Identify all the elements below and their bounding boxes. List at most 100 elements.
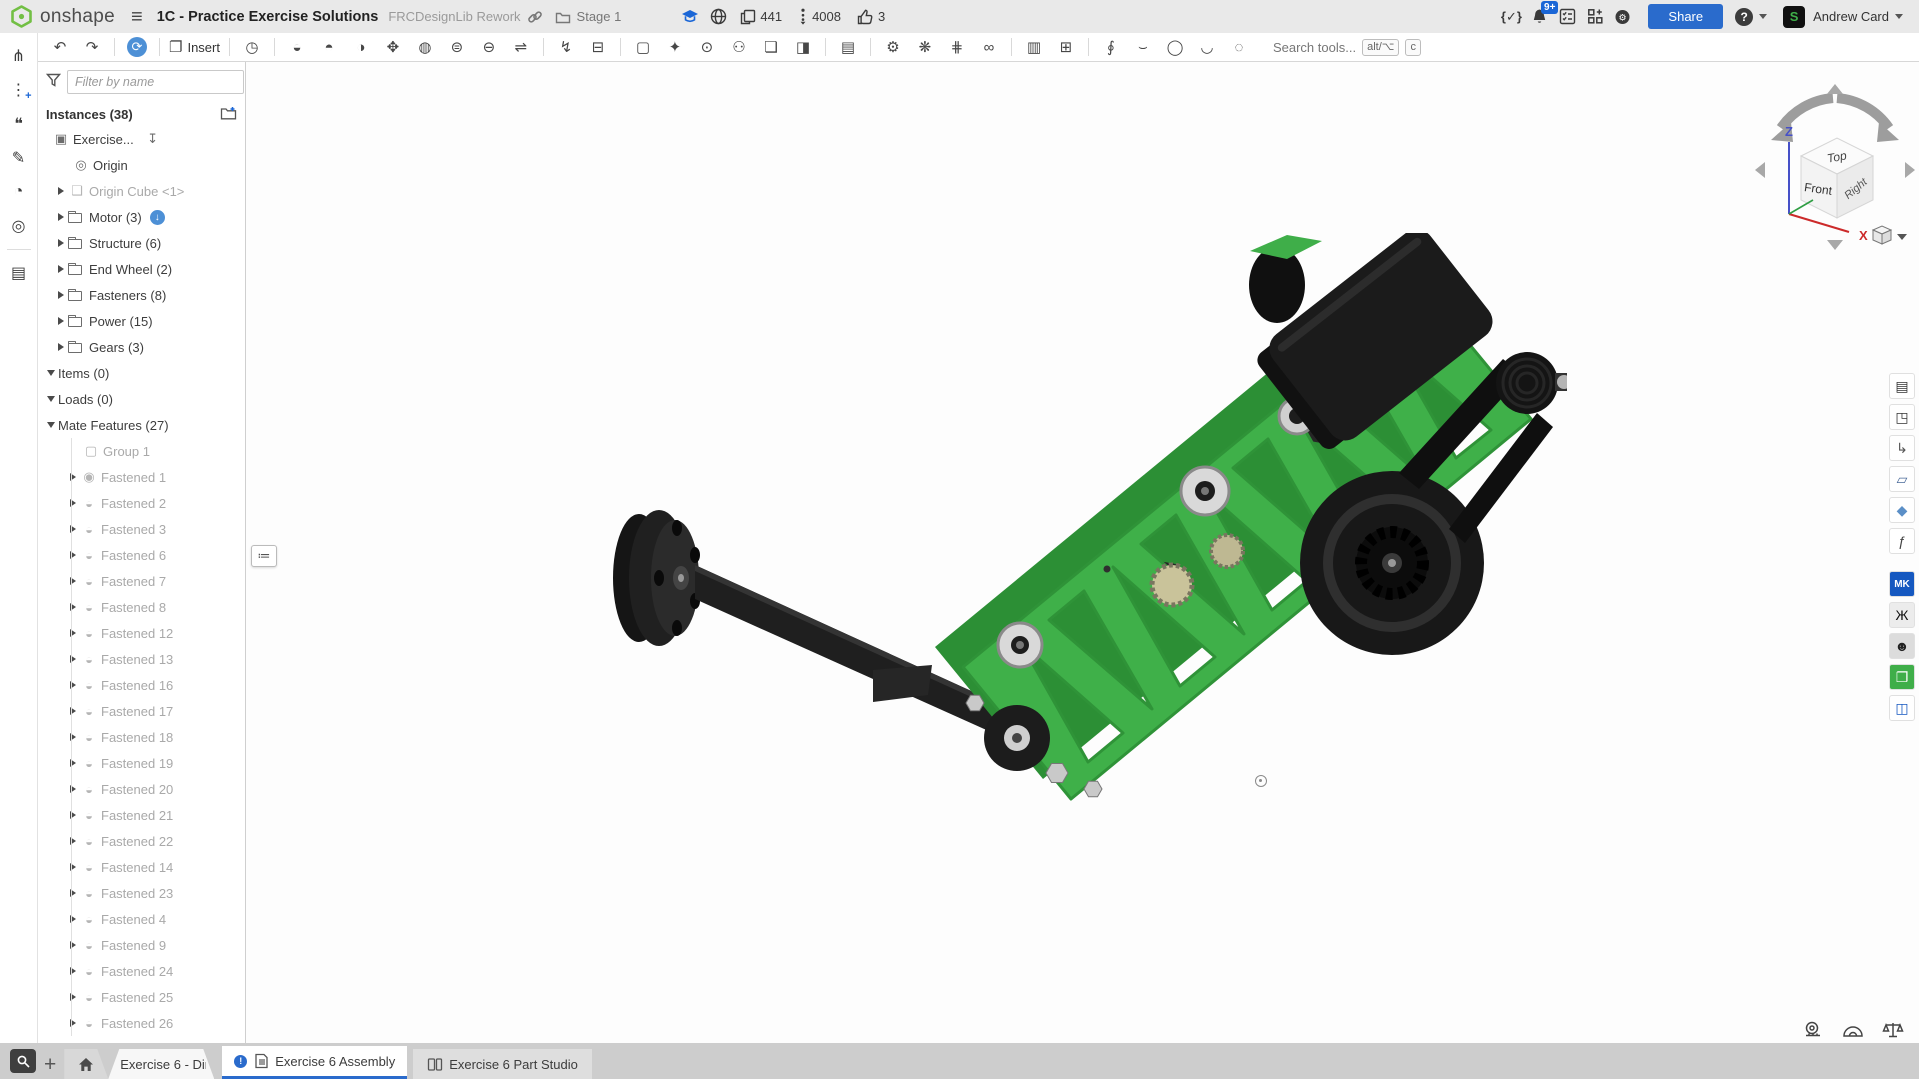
tree-row-fastened-8[interactable]: ◒Fastened 8 — [38, 594, 245, 620]
comments-icon[interactable]: ❝ — [4, 109, 34, 139]
featurescript-flyout-icon[interactable]: ↳ — [1889, 435, 1915, 461]
expand-chevron-icon[interactable] — [66, 629, 80, 637]
expand-chevron-icon[interactable] — [66, 603, 80, 611]
expand-chevron-icon[interactable] — [66, 837, 80, 845]
user-avatar[interactable]: S — [1783, 6, 1805, 28]
education-icon[interactable] — [679, 6, 701, 28]
fastened-mate-icon[interactable]: ◒ — [284, 35, 310, 59]
user-menu-caret-icon[interactable] — [1895, 14, 1903, 19]
parallel-mate-icon[interactable]: ⇌ — [508, 35, 534, 59]
tab-exercise6-part-studio[interactable]: Exercise 6 Part Studio — [413, 1049, 592, 1079]
expand-chevron-icon[interactable] — [66, 473, 80, 481]
configurations-flyout-icon[interactable]: ◳ — [1889, 404, 1915, 430]
drawing-icon[interactable]: ⊞ — [1053, 35, 1079, 59]
tree-row-items-0[interactable]: Items (0) — [38, 360, 245, 386]
collaborators-icon[interactable]: ⚇ — [726, 35, 752, 59]
spline-tool-icon[interactable]: ∮ — [1098, 35, 1124, 59]
tree-row-fastened-1[interactable]: ◉Fastened 1 — [38, 464, 245, 490]
tree-row-fastened-13[interactable]: ◒Fastened 13 — [38, 646, 245, 672]
search-tools-label[interactable]: Search tools... — [1273, 40, 1356, 55]
bom-table-icon[interactable]: ▤ — [4, 258, 34, 288]
collapse-chevron-icon[interactable] — [44, 396, 58, 402]
app-robot-icon[interactable]: ☻ — [1889, 633, 1915, 659]
expand-chevron-icon[interactable] — [54, 343, 68, 351]
main-menu-icon[interactable]: ≡ — [131, 7, 143, 27]
expand-chevron-icon[interactable] — [66, 941, 80, 949]
3d-viewport[interactable]: ≔ — [246, 62, 1919, 1043]
tasks-checklist-icon[interactable] — [1554, 5, 1580, 29]
tree-row-fastened-3[interactable]: ◒Fastened 3 — [38, 516, 245, 542]
tree-row-fastened-26[interactable]: ◒Fastened 26 — [38, 1010, 245, 1036]
view-options-cube-icon[interactable] — [1873, 226, 1907, 244]
expand-chevron-icon[interactable] — [66, 499, 80, 507]
bom-flyout-icon[interactable]: ▤ — [1889, 373, 1915, 399]
open-loop-tool-icon[interactable]: ◡ — [1194, 35, 1220, 59]
insert-mate-connector-icon[interactable]: ⋮+ — [4, 75, 34, 105]
mass-properties-icon[interactable] — [1881, 1019, 1905, 1041]
ellipse-tool-icon[interactable]: ◯ — [1162, 35, 1188, 59]
view-orientation-icon[interactable]: ⟳ — [127, 37, 147, 57]
expand-chevron-icon[interactable] — [66, 525, 80, 533]
tree-row-fastened-19[interactable]: ◒Fastened 19 — [38, 750, 245, 776]
learning-center-icon[interactable]: ⚙ — [1610, 5, 1636, 29]
gear-relation-icon[interactable]: ⚙ — [880, 35, 906, 59]
link-icon[interactable] — [524, 6, 546, 28]
tree-row-origin[interactable]: ◎Origin — [38, 152, 245, 178]
tab-exercise6-dimensions[interactable]: Exercise 6 - Din — [108, 1049, 214, 1079]
tree-row-power-15[interactable]: Power (15) — [38, 308, 245, 334]
likes-stat[interactable]: 3 — [857, 9, 885, 25]
expand-chevron-icon[interactable] — [66, 577, 80, 585]
tree-row-fastened-24[interactable]: ◒Fastened 24 — [38, 958, 245, 984]
tab-search-button[interactable] — [10, 1049, 36, 1073]
help-caret-icon[interactable] — [1759, 14, 1767, 19]
tree-row-structure-6[interactable]: Structure (6) — [38, 230, 245, 256]
folder-structure-icon[interactable]: ▤ — [835, 35, 861, 59]
tree-row-fastened-25[interactable]: ◒Fastened 25 — [38, 984, 245, 1010]
slider-mate-icon[interactable]: ◑ — [348, 35, 374, 59]
filter-input[interactable] — [67, 70, 244, 94]
tab-exercise6-assembly[interactable]: ! Exercise 6 Assembly — [222, 1046, 407, 1079]
search-tools-group[interactable]: Search tools... alt/⌥ c — [1273, 39, 1421, 56]
arc-tool-icon[interactable]: ⌣ — [1130, 35, 1156, 59]
app-blue-book-icon[interactable]: ◫ — [1889, 695, 1915, 721]
expand-chevron-icon[interactable] — [66, 967, 80, 975]
cylindrical-mate-icon[interactable]: ⊜ — [444, 35, 470, 59]
export-icon[interactable]: ❏ — [758, 35, 784, 59]
spur-gear-icon[interactable]: ❋ — [912, 35, 938, 59]
history-icon[interactable]: ◔ — [4, 177, 34, 207]
tree-row-fastened-21[interactable]: ◒Fastened 21 — [38, 802, 245, 828]
pin-slot-mate-icon[interactable]: ⊖ — [476, 35, 502, 59]
share-button[interactable]: Share — [1648, 4, 1723, 29]
notifications-bell-icon[interactable]: 9+ — [1526, 5, 1552, 29]
public-globe-icon[interactable] — [707, 6, 729, 28]
collapse-chevron-icon[interactable] — [44, 422, 58, 428]
app-diamond-icon[interactable]: ◆ — [1889, 497, 1915, 523]
tree-row-gears-3[interactable]: Gears (3) — [38, 334, 245, 360]
download-badge-icon[interactable]: ↓ — [150, 210, 165, 225]
onshape-logo[interactable]: onshape — [10, 5, 115, 28]
expand-chevron-icon[interactable] — [54, 239, 68, 247]
expand-chevron-icon[interactable] — [66, 993, 80, 1001]
expand-chevron-icon[interactable] — [66, 733, 80, 741]
expand-chevron-icon[interactable] — [54, 187, 68, 195]
tree-row-fastened-18[interactable]: ◒Fastened 18 — [38, 724, 245, 750]
tree-row-fastened-6[interactable]: ◒Fastened 6 — [38, 542, 245, 568]
expand-chevron-icon[interactable] — [66, 785, 80, 793]
tree-row-fastened-9[interactable]: ◒Fastened 9 — [38, 932, 245, 958]
3d-model[interactable] — [587, 233, 1567, 803]
expand-chevron-icon[interactable] — [66, 759, 80, 767]
tree-row-fasteners-8[interactable]: Fasteners (8) — [38, 282, 245, 308]
tree-row-motor-3[interactable]: Motor (3)↓ — [38, 204, 245, 230]
tree-row-fastened-16[interactable]: ◒Fastened 16 — [38, 672, 245, 698]
insert-button[interactable]: ❐Insert — [169, 35, 220, 59]
expand-chevron-icon[interactable] — [54, 317, 68, 325]
app-function-icon[interactable]: ƒ — [1889, 528, 1915, 554]
tree-row-fastened-17[interactable]: ◒Fastened 17 — [38, 698, 245, 724]
mate-connector-icon[interactable]: ⊟ — [585, 35, 611, 59]
user-name[interactable]: Andrew Card — [1813, 9, 1889, 24]
collapse-chevron-icon[interactable] — [44, 370, 58, 376]
usage-stat[interactable]: 4008 — [798, 8, 841, 25]
versions-icon[interactable]: ⋔ — [4, 41, 34, 71]
workspace-location[interactable]: Stage 1 — [577, 9, 622, 24]
feature-script-icon[interactable]: {✓} — [1498, 5, 1524, 29]
